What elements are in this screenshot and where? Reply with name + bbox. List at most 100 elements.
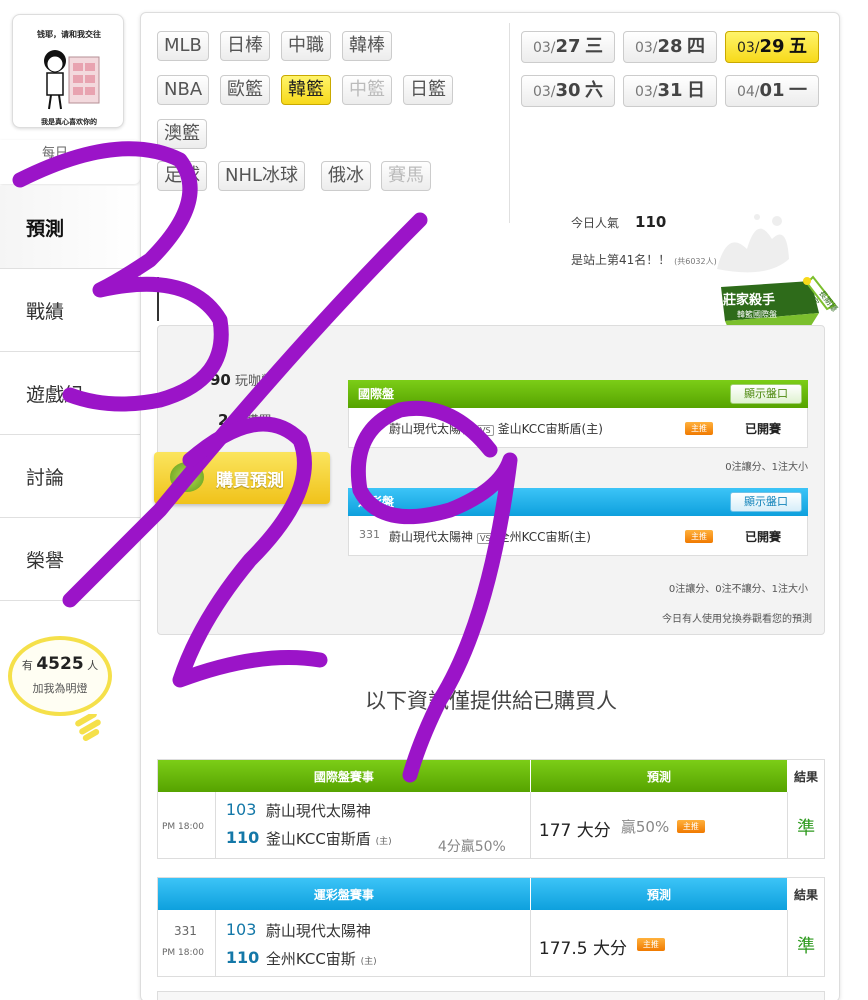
sidebar-item-record[interactable]: 戰績: [0, 269, 140, 352]
table-header: 國際盤賽事 預測 結果: [158, 760, 824, 792]
home-team: 蔚山現代太陽神: [389, 530, 474, 544]
sport-tab-euro-basketball[interactable]: 歐籃: [220, 75, 270, 105]
intl-bet-summary: 0注讓分、1注大小: [725, 462, 808, 473]
lamp-count-value: 4525: [36, 654, 84, 674]
show-odds-button[interactable]: 顯示盤口: [730, 492, 802, 512]
intl-market-row: 蔚山現代太陽神 VS 釜山KCC宙斯盾(主) 主推 已開賽: [348, 408, 808, 448]
sidebar-item-game-log[interactable]: 遊戲紀: [0, 352, 140, 435]
date-month: 03/: [634, 40, 658, 56]
date-tab-0329[interactable]: 03/29 五: [725, 31, 819, 63]
buyers-value: 2: [218, 411, 229, 429]
main-pick-badge: 主推: [685, 422, 713, 435]
logo-bottom-text: 我是真心喜欢你的: [41, 118, 97, 126]
sidebar-item-honor[interactable]: 榮譽: [0, 518, 140, 601]
sport-tab-mlb[interactable]: MLB: [157, 31, 209, 61]
sport-tab-horse-racing[interactable]: 賽馬: [381, 161, 431, 191]
match-time: PM 18:00: [162, 948, 204, 958]
sport-lottery-title: 運彩盤: [358, 495, 395, 509]
col-match: 國際盤賽事: [158, 760, 531, 792]
result-cell: 準: [788, 792, 824, 858]
date-day: 30: [555, 80, 581, 101]
splash-icon: [717, 214, 789, 273]
date-tab-0330[interactable]: 03/30 六: [521, 75, 615, 107]
sport-tab-kbo[interactable]: 韓棒: [342, 31, 392, 61]
date-tab-0327[interactable]: 03/27 三: [521, 31, 615, 63]
coin-icon: [170, 462, 204, 492]
daily-tag-label: 每日: [42, 146, 69, 161]
prediction-win: 贏50%: [620, 818, 670, 836]
buyers-unit: 人購買: [232, 414, 272, 429]
sport-lottery-header: 運彩盤 顯示盤口: [348, 488, 808, 516]
avatar[interactable]: 钱耶，请和我交往 我是真心喜欢你的: [12, 14, 124, 128]
page: 钱耶，请和我交往 我是真心喜欢你的 每日 預測 戰績 遊戲紀 討論 榮譽 有 4…: [0, 0, 868, 1000]
sport-tab-cpbl[interactable]: 中職: [281, 31, 331, 61]
date-weekday: 五: [789, 36, 808, 57]
date-day: 28: [657, 36, 683, 57]
badge-title: 莊家殺手: [723, 293, 776, 308]
coins-value: 90: [210, 371, 231, 389]
team2-home-tag: (主): [375, 837, 392, 847]
sport-tab-nba[interactable]: NBA: [157, 75, 210, 105]
show-odds-button[interactable]: 顯示盤口: [730, 384, 802, 404]
team1-number: 103: [225, 800, 257, 819]
date-weekday: 六: [585, 80, 604, 101]
date-month: 03/: [634, 84, 658, 100]
sport-tab-khl[interactable]: 俄冰: [321, 161, 371, 191]
sidebar: 钱耶，请和我交往 我是真心喜欢你的 每日 預測 戰績 遊戲紀 討論 榮譽 有 4…: [0, 0, 140, 1000]
main-pick-badge: 主推: [676, 820, 705, 833]
date-day: 27: [555, 36, 581, 57]
date-tab-0328[interactable]: 03/28 四: [623, 31, 717, 63]
daily-tag[interactable]: 每日: [0, 140, 140, 184]
sport-tab-soccer[interactable]: 足球: [157, 161, 207, 191]
lamp-suffix: 人: [87, 659, 99, 672]
main-panel: MLB 日棒 中職 韓棒 NBA 歐籃 韓籃 中籃 日籃 澳籃 足球 NHL冰球…: [140, 12, 840, 1000]
team2-number: 110: [225, 948, 260, 967]
col-match: 運彩盤賽事: [158, 878, 531, 910]
sport-tab-kbl[interactable]: 韓籃: [281, 75, 331, 105]
divider: [509, 23, 510, 223]
teams-cell: 103 蔚山現代太陽神 110 全州KCC宙斯 (主): [216, 910, 531, 976]
purchase-panel: 90 玩咖幣 2 人購買 購買預測 國際盤 顯示盤口 蔚山現代太陽神 VS 釜山KC…: [154, 325, 825, 635]
vs-icon: VS: [477, 425, 494, 436]
col-result: 結果: [788, 760, 824, 792]
match-teams: 蔚山現代太陽神 VS 釜山KCC宙斯盾(主): [389, 420, 603, 437]
buy-prediction-button[interactable]: 購買預測: [154, 452, 330, 504]
date-tab-0401[interactable]: 04/01 一: [725, 75, 819, 107]
vs-icon: VS: [477, 533, 494, 544]
match-status: 已開賽: [745, 422, 782, 436]
sidebar-item-predict[interactable]: 預測: [0, 186, 140, 269]
table-header: 運彩盤賽事 預測 結果: [158, 878, 824, 910]
sport-tab-nbl[interactable]: 澳籃: [157, 119, 207, 149]
logo-top-text: 钱耶，请和我交往: [37, 30, 101, 39]
sidebar-nav: 預測 戰績 遊戲紀 討論 榮譽: [0, 186, 140, 601]
date-tab-0331[interactable]: 03/31 日: [623, 75, 717, 107]
col-prediction: 預測: [531, 760, 789, 792]
away-team: 釜山KCC宙斯盾(主): [497, 422, 603, 436]
sport-tab-npb[interactable]: 日棒: [220, 31, 270, 61]
sport-tab-sbl[interactable]: 中籃: [342, 75, 392, 105]
date-day: 01: [759, 80, 785, 101]
col-prediction: 預測: [531, 878, 789, 910]
main-pick-badge: 主推: [636, 938, 665, 951]
match-time: PM 18:00: [162, 822, 204, 832]
team2-name-wrap: 釜山KCC宙斯盾 (主): [266, 828, 392, 849]
prediction-value: 177.5 大分: [538, 939, 627, 959]
sport-bet-summary: 0注讓分、0注不讓分、1注大小: [668, 584, 808, 595]
date-weekday: 四: [687, 36, 706, 57]
rank-text: 是站上第41名！！: [571, 253, 671, 267]
popularity: 今日人氣 110: [571, 213, 666, 231]
intl-market-card: 國際盤 顯示盤口 蔚山現代太陽神 VS 釜山KCC宙斯盾(主) 主推 已開賽: [348, 380, 808, 448]
date-month: 03/: [532, 40, 556, 56]
buy-button-label: 購買預測: [216, 471, 284, 491]
teams-cell: 103 蔚山現代太陽神 110 釜山KCC宙斯盾 (主) 4分贏50%: [216, 792, 531, 858]
game-number: 331: [174, 924, 197, 938]
date-weekday: 一: [789, 80, 808, 101]
sidebar-item-discuss[interactable]: 討論: [0, 435, 140, 518]
sport-tab-bleague[interactable]: 日籃: [403, 75, 453, 105]
sport-tab-nhl[interactable]: NHL冰球: [218, 161, 306, 191]
lamp-prefix: 有: [21, 659, 33, 672]
date-month: 03/: [736, 40, 760, 56]
team1-number: 103: [225, 920, 257, 939]
lamp-widget[interactable]: 有 4525 人 加我為明燈: [8, 636, 112, 746]
sport-lottery-card: 運彩盤 顯示盤口 331 蔚山現代太陽神 VS 全州KCC宙斯(主) 主推 已開賽: [348, 488, 808, 556]
